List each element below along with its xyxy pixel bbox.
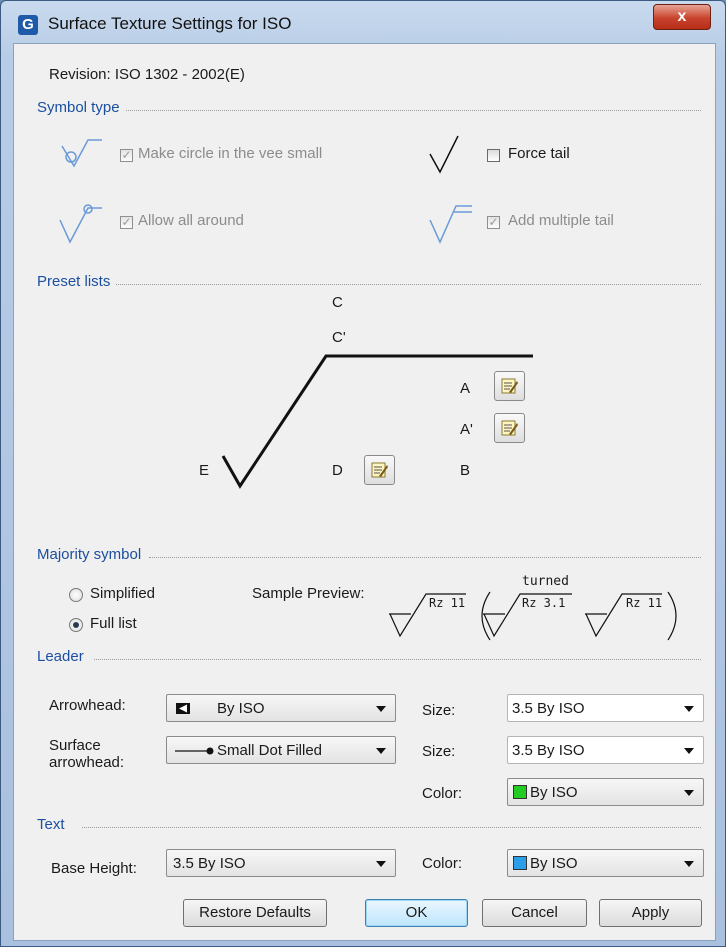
preview-value-first: Rz 11 [429,596,466,610]
leader-size-value-2: 3.5 By ISO [512,742,585,759]
window-title: Surface Texture Settings for ISO [48,14,292,33]
basic-vee-icon [429,135,459,174]
arrowhead-icon [176,703,190,714]
surface-arrowhead-select[interactable]: Small Dot Filled [166,736,396,764]
color-swatch-icon [513,785,527,799]
preview-value-middle: Rz 3.1 [522,596,566,610]
majority-symbol-divider [149,557,701,558]
edit-list-icon [501,420,518,436]
text-color-value: By ISO [530,855,578,872]
leader-size-select-1[interactable]: 3.5 By ISO [507,694,704,722]
sample-preview-label: Sample Preview: [252,585,365,602]
preset-label-a: A [460,380,471,397]
chevron-down-icon [684,748,694,754]
leader-size-value-1: 3.5 By ISO [512,700,585,717]
leader-title: Leader [37,648,90,665]
dialog-body: Revision: ISO 1302 - 2002(E) Symbol type… [13,43,716,941]
allow-all-around-checkbox[interactable]: ✓ [120,216,133,229]
chevron-down-icon [376,706,386,712]
leader-color-label: Color: [422,785,463,802]
allow-all-around-label: Allow all around [138,212,244,229]
cancel-button[interactable]: Cancel [482,899,587,927]
small-dot-arrow-icon [175,747,214,755]
surface-arrowhead-label-line1: Surface [49,737,101,754]
title-bar: G Surface Texture Settings for ISO x [1,1,725,43]
preset-lists-divider [109,284,701,285]
leader-size-label-1: Size: [422,702,456,719]
preset-label-b: B [460,462,471,479]
text-divider [82,827,701,828]
leader-size-label-2: Size: [422,743,456,760]
surface-arrowhead-label-line2: arrowhead: [49,754,125,771]
vee-small-circle-icon [61,139,102,168]
chevron-down-icon [684,706,694,712]
arrowhead-select[interactable]: By ISO [166,694,396,722]
base-height-select[interactable]: 3.5 By ISO [166,849,396,877]
revision-label: Revision: ISO 1302 - 2002(E) [49,66,245,83]
chevron-down-icon [376,748,386,754]
surface-arrowhead-value: Small Dot Filled [217,742,323,759]
chevron-down-icon [376,861,386,867]
symbol-type-title: Symbol type [37,99,126,116]
make-circle-small-checkbox[interactable]: ✓ [120,149,133,162]
preview-value-last: Rz 11 [626,596,663,610]
add-multiple-tail-checkbox[interactable]: ✓ [487,216,500,229]
text-color-select[interactable]: By ISO [507,849,704,877]
edit-preset-a-prime-button[interactable] [494,413,525,443]
text-color-label: Color: [422,855,463,872]
simplified-radio[interactable] [69,588,83,602]
preset-label-c: C [332,294,343,311]
text-title: Text [37,816,71,833]
ok-button[interactable]: OK [365,899,468,927]
dialog-window: G Surface Texture Settings for ISO x Rev… [0,0,726,947]
full-list-radio[interactable] [69,618,83,632]
force-tail-label: Force tail [508,145,570,162]
leader-color-select[interactable]: By ISO [507,778,704,806]
leader-divider [94,659,701,660]
restore-defaults-button[interactable]: Restore Defaults [183,899,327,927]
vee-all-around-icon [59,204,102,244]
preset-label-e: E [199,462,210,479]
add-multiple-tail-label: Add multiple tail [508,212,614,229]
vee-multiple-tail-icon [429,205,472,244]
base-height-label: Base Height: [51,860,137,877]
edit-preset-a-button[interactable] [494,371,525,401]
color-swatch-icon [513,856,527,870]
close-button[interactable]: x [653,4,711,30]
force-tail-checkbox[interactable] [487,149,500,162]
app-logo-icon: G [18,15,38,35]
symbol-type-divider [114,110,701,111]
edit-list-icon [501,378,518,394]
simplified-label: Simplified [90,585,156,602]
preset-label-a-prime: A' [460,421,473,438]
chevron-down-icon [684,790,694,796]
preset-label-c-prime: C' [332,329,346,346]
make-circle-small-label: Make circle in the vee small [138,145,323,162]
edit-list-icon [371,462,388,478]
chevron-down-icon [684,861,694,867]
base-height-value: 3.5 By ISO [173,855,246,872]
arrowhead-value: By ISO [217,700,265,717]
preview-turned-label: turned [522,574,569,589]
leader-size-select-2[interactable]: 3.5 By ISO [507,736,704,764]
arrowhead-label: Arrowhead: [49,697,126,714]
preset-lists-title: Preset lists [37,273,117,290]
leader-color-value: By ISO [530,784,578,801]
edit-preset-d-button[interactable] [364,455,395,485]
full-list-label: Full list [90,615,137,632]
majority-symbol-title: Majority symbol [37,546,148,563]
apply-button[interactable]: Apply [599,899,702,927]
preset-label-d: D [332,462,343,479]
